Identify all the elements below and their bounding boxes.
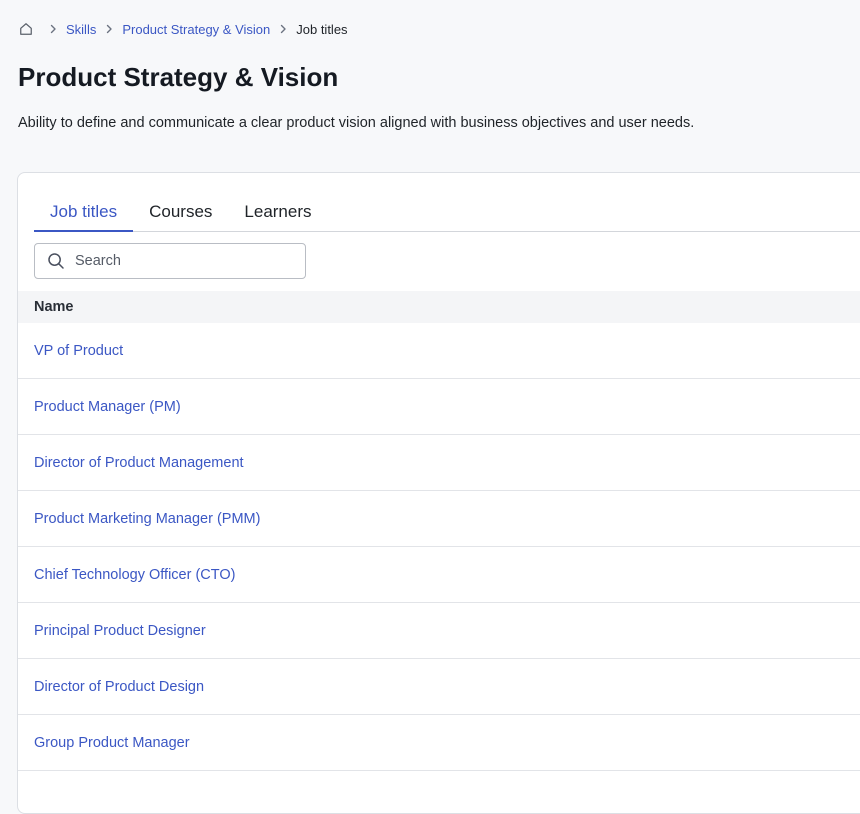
table-row: Product Manager (PM) bbox=[18, 379, 860, 435]
table-row: Director of Product Design bbox=[18, 659, 860, 715]
tab-bar: Job titles Courses Learners bbox=[34, 192, 860, 232]
chevron-right-icon bbox=[102, 22, 116, 36]
job-title-link[interactable]: Chief Technology Officer (CTO) bbox=[34, 567, 235, 583]
skill-details-card: Job titles Courses Learners Name VP of P… bbox=[17, 172, 860, 814]
search-input[interactable] bbox=[75, 253, 295, 269]
tab-learners[interactable]: Learners bbox=[228, 192, 327, 231]
job-title-link[interactable]: Director of Product Management bbox=[34, 455, 244, 471]
page-title: Product Strategy & Vision bbox=[18, 62, 339, 92]
chevron-right-icon bbox=[46, 22, 60, 36]
job-title-link[interactable]: Principal Product Designer bbox=[34, 623, 206, 639]
table-row: Chief Technology Officer (CTO) bbox=[18, 547, 860, 603]
table-row: VP of Product bbox=[18, 323, 860, 379]
table-row: Product Marketing Manager (PMM) bbox=[18, 491, 860, 547]
job-titles-table: Name VP of Product Product Manager (PM) … bbox=[18, 291, 860, 771]
breadcrumb: Skills Product Strategy & Vision Job tit… bbox=[18, 19, 348, 39]
job-title-link[interactable]: Product Manager (PM) bbox=[34, 399, 181, 415]
chevron-right-icon bbox=[276, 22, 290, 36]
table-row: Group Product Manager bbox=[18, 715, 860, 771]
tab-job-titles[interactable]: Job titles bbox=[34, 192, 134, 232]
table-row: Principal Product Designer bbox=[18, 603, 860, 659]
page-description: Ability to define and communicate a clea… bbox=[18, 115, 695, 131]
job-title-link[interactable]: VP of Product bbox=[34, 343, 123, 359]
breadcrumb-current: Job titles bbox=[296, 21, 348, 37]
breadcrumb-link-skills[interactable]: Skills bbox=[66, 22, 96, 37]
job-title-link[interactable]: Group Product Manager bbox=[34, 735, 190, 751]
search-icon bbox=[47, 252, 65, 270]
tab-courses[interactable]: Courses bbox=[133, 192, 228, 231]
search-box[interactable] bbox=[34, 243, 306, 279]
job-title-link[interactable]: Product Marketing Manager (PMM) bbox=[34, 511, 260, 527]
home-icon[interactable] bbox=[18, 21, 34, 37]
table-header-name[interactable]: Name bbox=[18, 291, 860, 323]
job-title-link[interactable]: Director of Product Design bbox=[34, 679, 204, 695]
table-row: Director of Product Management bbox=[18, 435, 860, 491]
breadcrumb-link-skill[interactable]: Product Strategy & Vision bbox=[122, 22, 270, 37]
